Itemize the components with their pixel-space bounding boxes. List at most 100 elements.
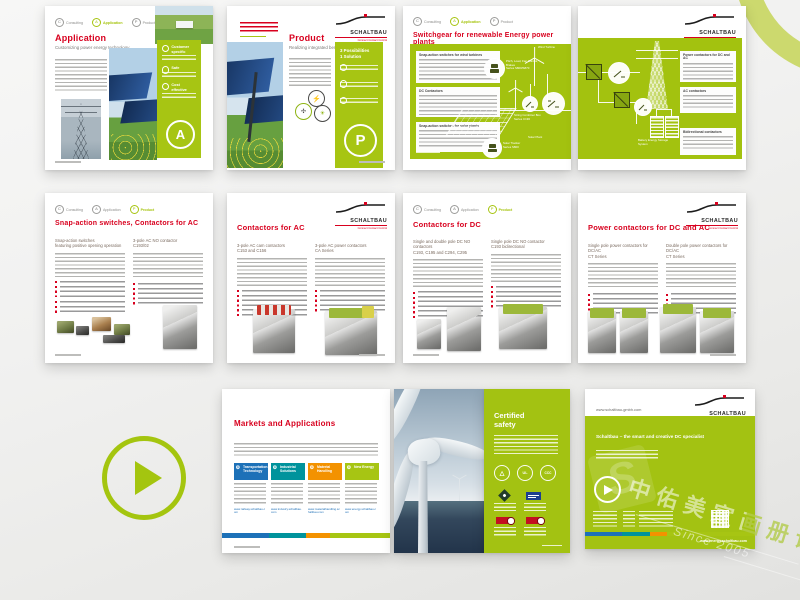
section-nav: CConsulting AApplication PProduct	[413, 17, 513, 26]
diagram-label: Solar TrackerSeries S800	[503, 142, 533, 149]
switch-device-icon	[490, 69, 499, 73]
col-heading-line2: CA Series	[315, 248, 385, 253]
switch-circle	[608, 62, 630, 84]
brand-name: SCHALTBAU	[335, 219, 387, 224]
column-2: 3-pole AC power contactors CA Series	[315, 243, 385, 312]
inverter-icon	[586, 64, 602, 80]
page-footer	[55, 161, 81, 163]
col-heading-line2: featuring positive opening operation	[55, 243, 125, 248]
page-title: Contactors for DC	[413, 220, 481, 229]
col-text	[666, 263, 736, 289]
cert-caption	[524, 527, 546, 537]
box-text	[683, 136, 733, 150]
snap-switch-photo	[76, 326, 89, 335]
brand-tagline: Connect Contact Control	[335, 225, 387, 230]
stripe-segment	[306, 533, 330, 538]
page-power-contactors: SCHALTBAU Connect Contact Control Power …	[578, 193, 746, 363]
diagram-text-box: Power contactors for DC and AC	[680, 51, 736, 82]
category-link[interactable]: www.railway.schaltbau.com	[234, 508, 266, 514]
iris-cert-logo	[526, 492, 541, 500]
ccc-mark-icon: CCC	[540, 465, 556, 481]
page-title: Contactors for AC	[237, 223, 305, 232]
category-link[interactable]: www.industry.schaltbau.com	[271, 508, 303, 514]
swoosh-icon	[686, 202, 738, 214]
feature-bullets	[133, 283, 203, 307]
box-heading: Power contactors for DC and AC	[683, 54, 733, 62]
nav-badge-consulting: CConsulting	[413, 17, 441, 26]
component-circle	[484, 58, 505, 79]
ct-contactor-photo	[588, 311, 616, 353]
page-snap-action: CConsulting AApplication PProduct Snap-a…	[45, 193, 213, 363]
category-header: ⚙New Energy	[345, 463, 379, 480]
col-heading-line2: CT Series	[666, 254, 736, 259]
nav-badge-application: AApplication	[450, 205, 479, 214]
stripe-segment	[650, 532, 667, 536]
box-heading: Bidirectional contactors	[683, 131, 733, 135]
tuv-cert-logo	[496, 517, 512, 524]
page-wind-photo	[394, 389, 484, 553]
brand-name: SCHALTBAU	[684, 31, 736, 36]
benefit-item: Customer specific	[162, 45, 196, 61]
category-link[interactable]: www.materialhandling.schaltbau.com	[308, 508, 340, 514]
field-photo	[155, 6, 213, 44]
page-footer	[359, 161, 385, 163]
page-title: Power contactors for DC and AC	[588, 223, 710, 232]
body-text	[494, 435, 558, 455]
page-contactors-dc: CConsulting AApplication PProduct Contac…	[403, 193, 571, 363]
diagram-label: String Combiner BoxSeries C193	[514, 114, 548, 121]
stripe-segment	[622, 532, 649, 536]
section-marker-A: A	[166, 120, 195, 149]
energy-diagram-right: Battery Energy Storage System Power cont…	[578, 38, 742, 159]
cert-caption	[524, 503, 546, 511]
page-title: Snap-action switches, Contactors for AC	[55, 220, 198, 227]
solution-item	[340, 80, 378, 91]
page-footer	[413, 354, 439, 356]
qr-code	[711, 510, 729, 528]
solar-panels-photo	[109, 48, 157, 160]
col-heading-line1: Double pole power contactors for DC/AC	[666, 243, 736, 254]
nav-badge-product: PProduct	[130, 205, 155, 214]
schaltbau-logo: SCHALTBAU Connect Contact Control	[335, 13, 387, 42]
back-headline: Schaltbau – the smart and creative DC sp…	[596, 434, 704, 439]
address-block	[593, 511, 617, 527]
col-heading-line1: Single and double pole DC NO contactors	[413, 239, 483, 250]
benefits-sidebar: Customer specific Safe Cost effective A	[157, 40, 201, 158]
snap-switch-photo	[92, 317, 111, 331]
box-heading: AC contactors	[683, 90, 733, 94]
gear-icon: ⚙	[273, 465, 277, 471]
solution-item	[340, 64, 378, 75]
page-footer	[55, 354, 81, 356]
page-footer	[359, 354, 385, 356]
page-title: Product	[289, 33, 324, 43]
gear-icon: ⚙	[347, 465, 351, 471]
nav-badge-application: AApplication	[92, 18, 123, 27]
body-text-block	[55, 59, 107, 93]
ct-contactor-photo	[620, 311, 648, 353]
bullet-circle-icon	[162, 66, 169, 73]
col-heading-line2: CT Series	[588, 254, 658, 259]
column-1: Single pole power contactors for DC/AC C…	[588, 243, 658, 315]
benefit-text	[162, 55, 196, 61]
back-website[interactable]: www.schaltbau-gmbh.com	[596, 407, 641, 412]
category-text	[345, 483, 377, 505]
stripe-segment	[222, 533, 269, 538]
section-marker-P: P	[344, 124, 377, 157]
contactor-photo	[163, 305, 197, 349]
schaltbau-logo: SCHALTBAU Connect Contact Control	[335, 201, 387, 230]
sidebar-heading-line2: 1 Solution	[340, 54, 378, 60]
back-play-button[interactable]	[594, 476, 621, 503]
nav-badge-product: PProduct	[490, 17, 513, 26]
turbine-tower	[418, 461, 428, 553]
category-link[interactable]: www.energy.schaltbau.com	[345, 508, 377, 514]
wind-icon: ✣	[295, 103, 312, 120]
play-triangle-icon	[135, 461, 162, 495]
play-button[interactable]	[102, 436, 186, 520]
page-title: Markets and Applications	[234, 419, 335, 428]
cam-contactor-photo	[253, 309, 295, 353]
benefit-item: Cost effective	[162, 83, 196, 99]
page-footer	[234, 546, 260, 548]
brochure-gallery: CConsulting AApplication PProduct Applic…	[0, 0, 800, 600]
diagram-footer	[416, 152, 440, 155]
ct-contactor-photo	[700, 311, 734, 353]
component-circle	[482, 138, 502, 158]
